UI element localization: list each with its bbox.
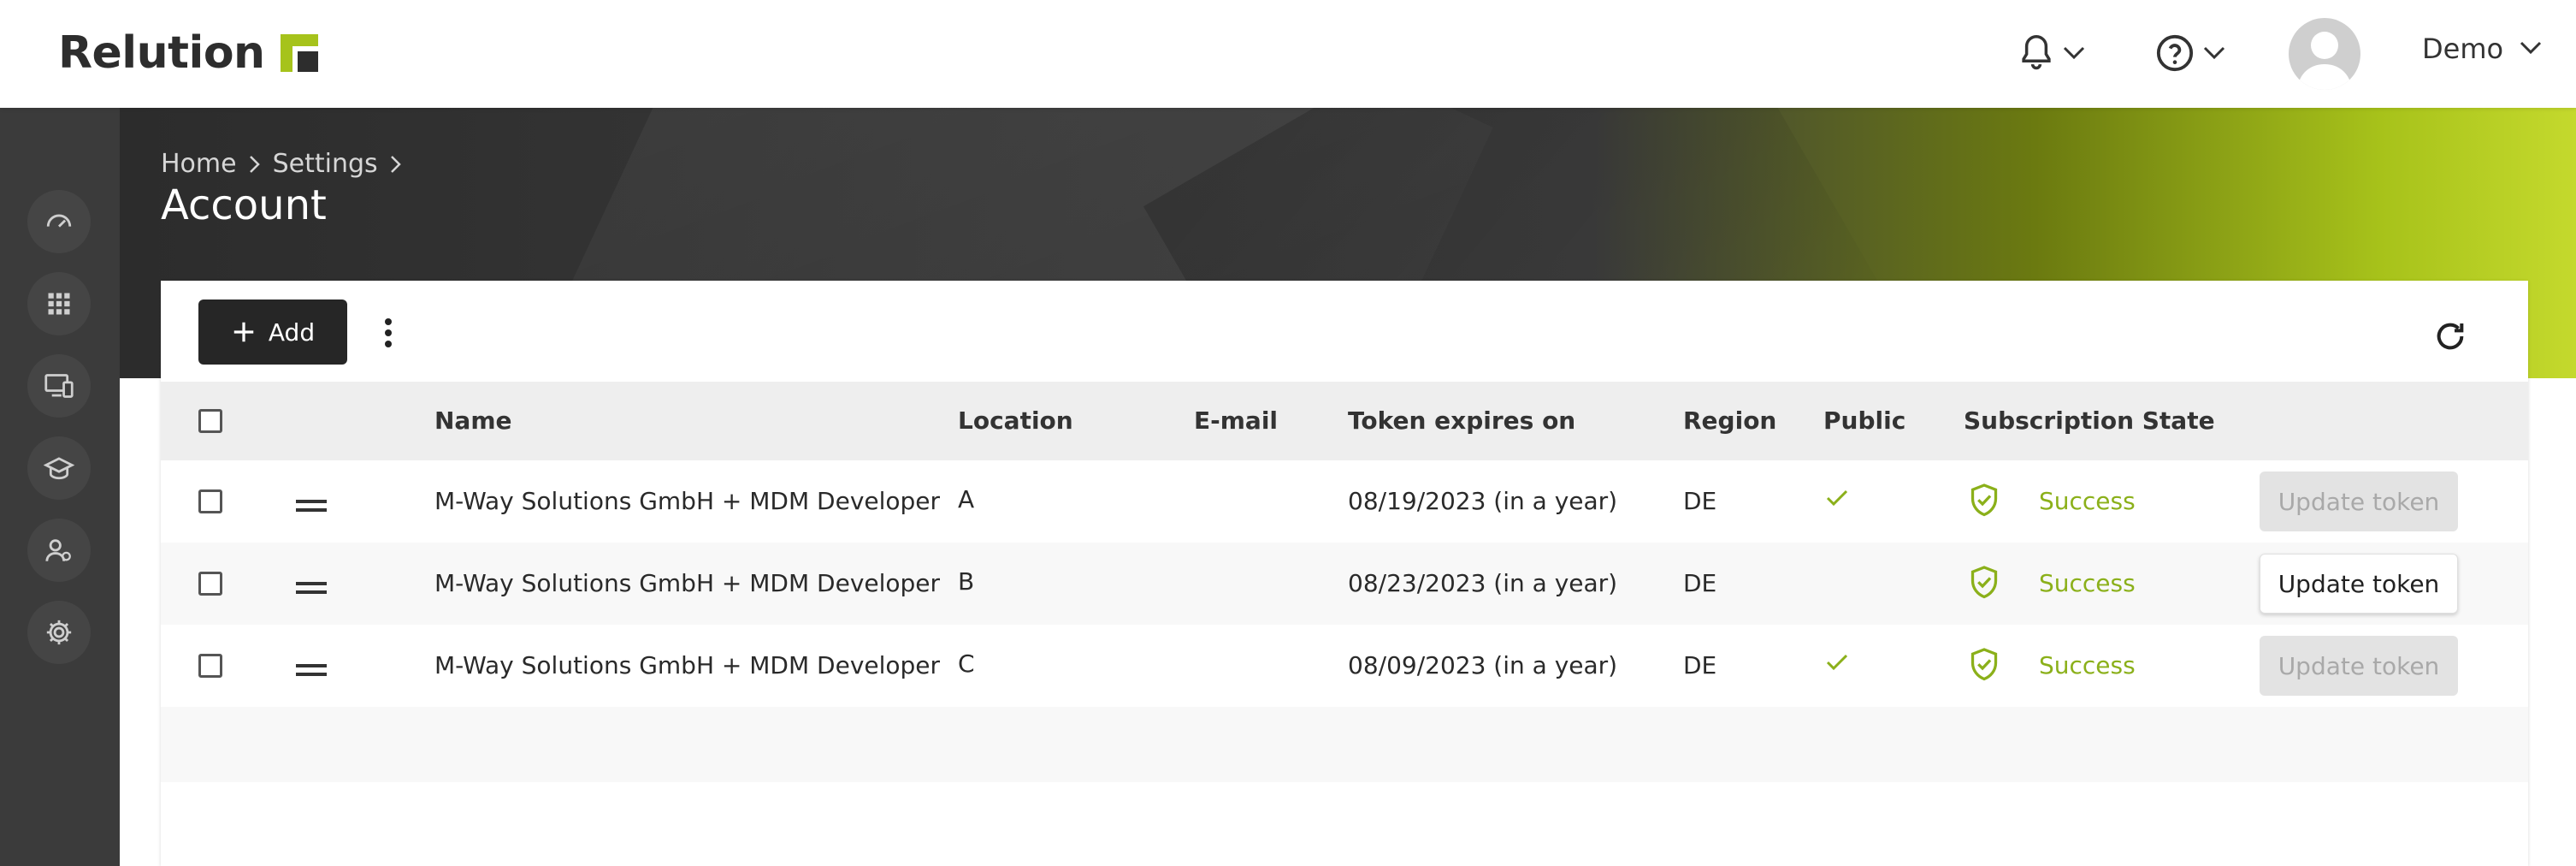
column-header-subscription-state[interactable]: Subscription State bbox=[1964, 382, 2215, 460]
update-token-button: Update token bbox=[2260, 636, 2458, 696]
table-header: Name Location E-mail Token expires on Re… bbox=[161, 382, 2528, 460]
row-checkbox[interactable] bbox=[198, 654, 222, 678]
row-checkbox[interactable] bbox=[198, 489, 222, 513]
account-name: M-Way Solutions GmbH + MDM Developer bbox=[434, 651, 941, 679]
drag-handle-icon[interactable] bbox=[296, 500, 327, 517]
refresh-button[interactable] bbox=[2429, 315, 2472, 358]
update-token-button[interactable]: Update token bbox=[2260, 554, 2458, 614]
drag-handle-icon[interactable] bbox=[296, 664, 327, 681]
chevron-down-icon bbox=[2063, 46, 2085, 60]
chevron-down-icon bbox=[2203, 46, 2225, 60]
shield-check-icon bbox=[1970, 648, 1998, 681]
sidebar-item-users[interactable] bbox=[27, 519, 91, 582]
account-region: DE bbox=[1683, 569, 1717, 597]
breadcrumb-home[interactable]: Home bbox=[161, 149, 237, 179]
column-header-location[interactable]: Location bbox=[958, 382, 1073, 460]
breadcrumb-settings[interactable]: Settings bbox=[273, 149, 378, 179]
token-expires: 08/23/2023 (in a year) bbox=[1348, 569, 1618, 597]
account-region: DE bbox=[1683, 487, 1717, 515]
logo-mark-icon bbox=[280, 34, 318, 72]
page-title: Account bbox=[161, 181, 327, 229]
education-cap-icon bbox=[44, 457, 74, 480]
apps-grid-icon bbox=[48, 293, 70, 315]
table-empty-row bbox=[161, 707, 2528, 782]
devices-icon bbox=[44, 374, 74, 398]
help-menu-button[interactable] bbox=[2155, 26, 2225, 80]
user-name[interactable]: Demo bbox=[2422, 33, 2503, 65]
bell-icon bbox=[2022, 34, 2051, 70]
select-all-checkbox[interactable] bbox=[198, 409, 222, 433]
token-expires: 08/19/2023 (in a year) bbox=[1348, 487, 1618, 515]
add-button-label: Add bbox=[268, 317, 316, 347]
token-expires: 08/09/2023 (in a year) bbox=[1348, 651, 1618, 679]
sidebar-item-dashboard[interactable] bbox=[27, 190, 91, 253]
settings-gear-icon bbox=[46, 620, 72, 645]
chevron-right-icon bbox=[390, 155, 401, 173]
column-header-email[interactable]: E-mail bbox=[1194, 382, 1278, 460]
public-check-icon bbox=[1826, 489, 1848, 507]
update-token-button: Update token bbox=[2260, 472, 2458, 531]
sidebar-item-apps[interactable] bbox=[27, 272, 91, 335]
add-button[interactable]: Add bbox=[198, 300, 347, 365]
avatar[interactable] bbox=[2289, 18, 2360, 90]
brand-logo[interactable]: Relution bbox=[58, 19, 318, 87]
sidebar-item-education[interactable] bbox=[27, 436, 91, 500]
help-circle-icon bbox=[2156, 34, 2194, 72]
column-header-token-expires[interactable]: Token expires on bbox=[1348, 382, 1575, 460]
plus-icon bbox=[233, 322, 254, 342]
users-icon bbox=[45, 539, 71, 561]
account-location: C bbox=[958, 650, 975, 678]
accounts-card: Add Name Location E-mail Token expires o… bbox=[161, 281, 2528, 866]
account-region: DE bbox=[1683, 651, 1717, 679]
account-name: M-Way Solutions GmbH + MDM Developer bbox=[434, 569, 941, 597]
account-name: M-Way Solutions GmbH + MDM Developer bbox=[434, 487, 941, 515]
shield-check-icon bbox=[1970, 566, 1998, 599]
dashboard-gauge-icon bbox=[46, 214, 72, 228]
chevron-down-icon[interactable] bbox=[2520, 41, 2542, 55]
column-header-name[interactable]: Name bbox=[434, 382, 512, 460]
row-checkbox[interactable] bbox=[198, 572, 222, 596]
drag-handle-icon[interactable] bbox=[296, 582, 327, 599]
shield-check-icon bbox=[1970, 483, 1998, 517]
public-check-icon bbox=[1826, 654, 1848, 671]
notifications-menu-button[interactable] bbox=[2018, 26, 2085, 80]
account-location: A bbox=[958, 485, 975, 513]
more-vertical-icon bbox=[385, 318, 392, 347]
brand-name: Relution bbox=[58, 27, 265, 79]
chevron-right-icon bbox=[249, 155, 260, 173]
sidebar-item-settings[interactable] bbox=[27, 601, 91, 664]
breadcrumb: Home Settings bbox=[161, 149, 402, 179]
table-row[interactable]: M-Way Solutions GmbH + MDM Developer B 0… bbox=[161, 543, 2528, 625]
column-header-region[interactable]: Region bbox=[1683, 382, 1776, 460]
subscription-state: Success bbox=[2039, 487, 2136, 515]
subscription-state: Success bbox=[2039, 651, 2136, 679]
subscription-state: Success bbox=[2039, 569, 2136, 597]
sidebar bbox=[0, 108, 120, 866]
top-bar: Relution Demo bbox=[0, 0, 2576, 108]
column-header-public[interactable]: Public bbox=[1823, 382, 1905, 460]
table-row[interactable]: M-Way Solutions GmbH + MDM Developer A 0… bbox=[161, 460, 2528, 543]
more-options-button[interactable] bbox=[371, 310, 405, 356]
user-avatar-icon bbox=[2297, 32, 2352, 90]
table-row[interactable]: M-Way Solutions GmbH + MDM Developer C 0… bbox=[161, 625, 2528, 707]
account-location: B bbox=[958, 567, 975, 596]
refresh-icon bbox=[2437, 323, 2464, 350]
sidebar-item-devices[interactable] bbox=[27, 354, 91, 418]
